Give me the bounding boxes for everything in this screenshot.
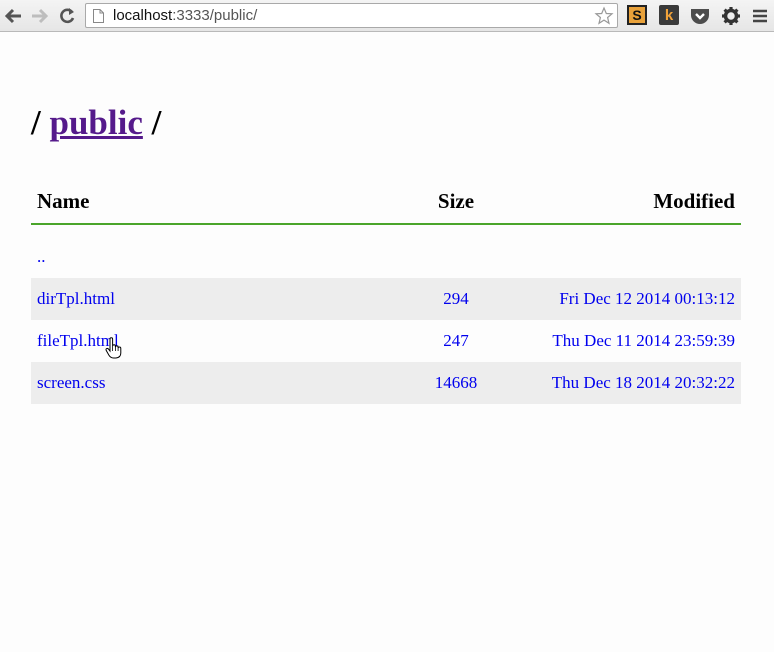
gear-icon[interactable] [720,5,742,27]
extension-s-icon[interactable]: S [627,5,647,25]
table-row: screen.css 14668 Thu Dec 18 2014 20:32:2… [31,362,741,404]
address-bar[interactable]: localhost:3333/public/ [85,3,618,28]
breadcrumb-public-link[interactable]: public [49,103,142,142]
table-row: fileTpl.html 247 Thu Dec 11 2014 23:59:3… [31,320,741,362]
url-text[interactable]: localhost:3333/public/ [113,7,257,24]
reload-icon[interactable] [56,5,78,27]
heading-prefix: / [31,103,41,142]
parent-directory-link[interactable]: .. [37,247,46,266]
back-icon[interactable] [3,5,25,27]
extension-k-icon[interactable]: k [659,5,679,25]
column-header-name: Name [31,180,381,225]
url-host: localhost [113,7,173,24]
menu-icon[interactable] [749,5,771,27]
url-path: :3333/public/ [172,7,258,24]
hand-pointer-icon [105,337,122,359]
extension-k-label: k [664,6,674,24]
file-link-name[interactable]: screen.css [37,373,105,392]
file-link-name[interactable]: dirTpl.html [37,289,115,308]
extension-s-label: S [632,7,642,23]
file-link-size[interactable]: 294 [443,289,469,308]
heading-suffix: / [151,103,162,142]
table-row: dirTpl.html 294 Fri Dec 12 2014 00:13:12 [31,278,741,320]
file-link-size[interactable]: 14668 [435,373,478,392]
file-listing-table: Name Size Modified .. dirTpl.html 294 Fr… [31,180,741,404]
star-icon[interactable] [594,6,614,26]
column-header-modified: Modified [531,180,741,225]
forward-icon[interactable] [28,5,50,27]
table-header-row: Name Size Modified [31,180,741,225]
file-link-modified[interactable]: Thu Dec 11 2014 23:59:39 [552,331,735,350]
pocket-icon[interactable] [689,5,711,27]
file-link-size[interactable]: 247 [443,331,469,350]
file-link-modified[interactable]: Thu Dec 18 2014 20:32:22 [552,373,735,392]
file-link-modified[interactable]: Fri Dec 12 2014 00:13:12 [559,289,735,308]
table-row-parent: .. [31,236,741,278]
browser-toolbar: localhost:3333/public/ S k [0,0,774,32]
page-icon [93,8,104,23]
page-title: / public / [31,100,161,146]
column-header-size: Size [381,180,531,225]
table-spacer [31,224,741,236]
